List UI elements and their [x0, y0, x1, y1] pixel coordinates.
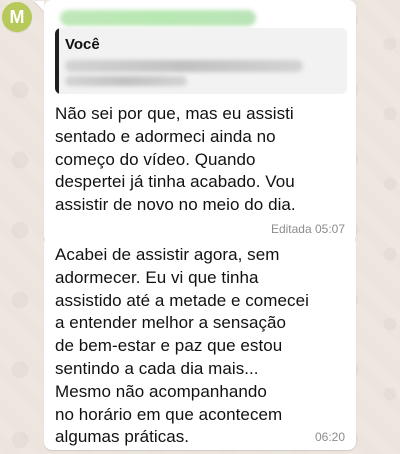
bubble-tail: [34, 1, 44, 11]
quoted-reply-card[interactable]: Você: [55, 28, 347, 94]
reply-author: Você: [65, 36, 100, 53]
reply-accent-bar: [55, 28, 59, 94]
message-text: Não sei por que, mas eu assisti sentado …: [55, 104, 296, 215]
blurred-reply-line: [65, 60, 303, 72]
avatar-initial: M: [9, 6, 25, 27]
message-text: Acabei de assistir agora, sem adormecer.…: [55, 245, 309, 447]
avatar[interactable]: M: [2, 2, 32, 32]
edited-timestamp: Editada 05:07: [270, 222, 345, 236]
blurred-sender-name: [60, 10, 256, 26]
message-bubble-2[interactable]: Acabei de assistir agora, sem adormecer.…: [44, 236, 356, 450]
message-bubble-1[interactable]: Você Não sei por que, mas eu assisti sen…: [34, 0, 356, 244]
blurred-reply-line-secondary: [65, 76, 187, 86]
message-timestamp: 06:20: [314, 430, 345, 444]
